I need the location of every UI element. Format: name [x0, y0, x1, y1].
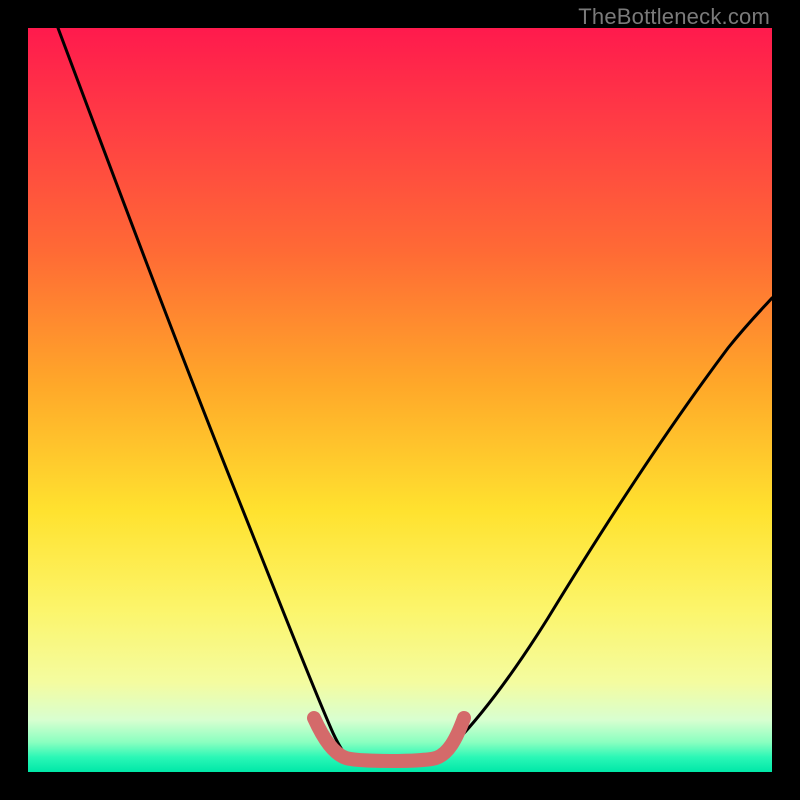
chart-plot-area — [28, 28, 772, 772]
chart-frame: TheBottleneck.com — [0, 0, 800, 800]
watermark-text: TheBottleneck.com — [578, 4, 770, 30]
series-left-branch — [58, 28, 348, 758]
chart-curves — [28, 28, 772, 772]
series-right-branch — [438, 298, 772, 758]
